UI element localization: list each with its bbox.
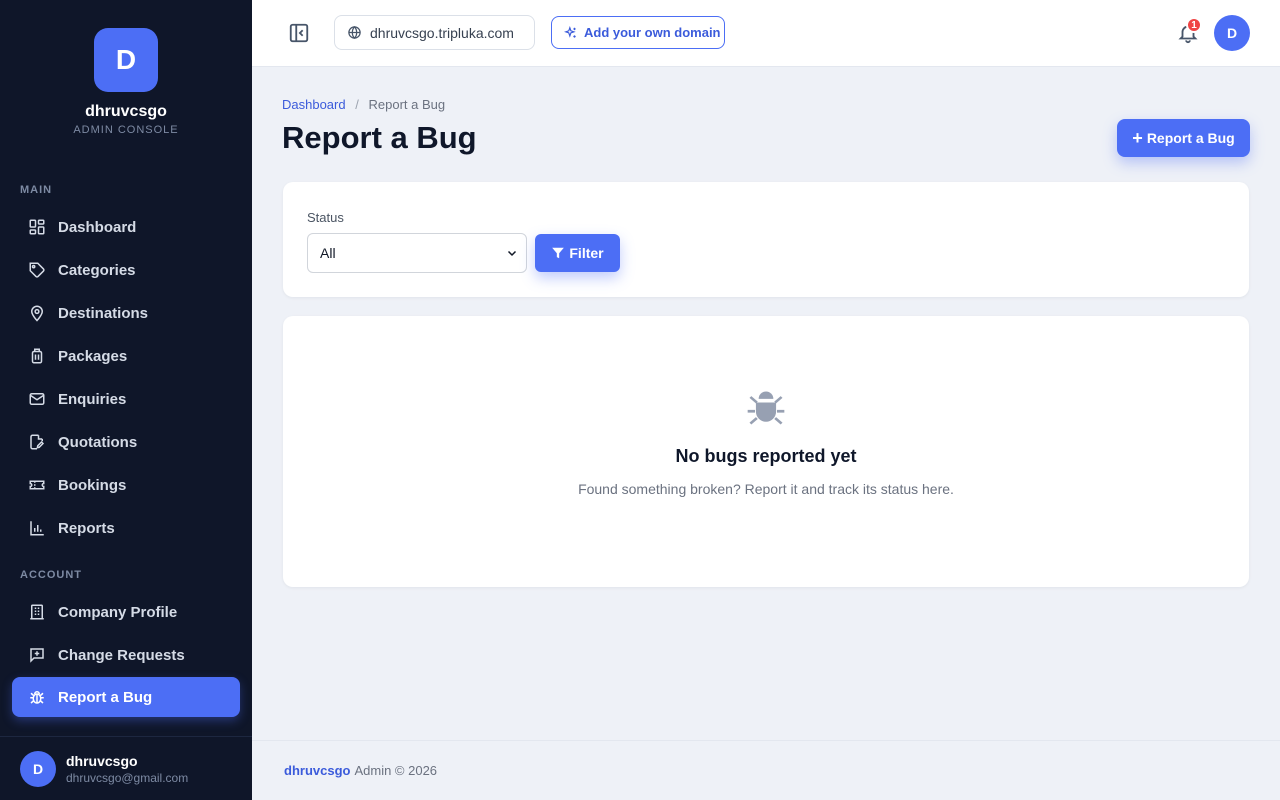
sidebar-item-destinations[interactable]: Destinations xyxy=(12,293,240,333)
sidebar-item-label: Categories xyxy=(58,261,136,279)
bug-icon xyxy=(747,391,785,425)
report-bug-button[interactable]: + Report a Bug xyxy=(1117,119,1250,157)
domain-link[interactable]: dhruvcsgo.tripluka.com xyxy=(334,15,535,50)
sidebar-item-bookings[interactable]: Bookings xyxy=(12,465,240,505)
sidebar-item-label: Company Profile xyxy=(58,603,178,621)
footer-text: Admin © 2026 xyxy=(354,763,438,778)
empty-state-title: No bugs reported yet xyxy=(675,446,857,466)
user-email: dhruvcsgo@gmail.com xyxy=(66,770,189,785)
sidebar-toggle-icon[interactable] xyxy=(288,22,310,44)
building-icon xyxy=(30,604,44,620)
sparkle-icon xyxy=(564,25,576,38)
sidebar-user[interactable]: D dhruvcsgo dhruvcsgo@gmail.com xyxy=(0,736,252,800)
sidebar-item-company-profile[interactable]: Company Profile xyxy=(12,592,240,632)
section-label-account: ACCOUNT xyxy=(20,569,82,581)
sidebar-item-label: Enquiries xyxy=(58,390,127,408)
user-avatar[interactable]: D xyxy=(1214,15,1250,51)
sidebar: D dhruvcsgo ADMIN CONSOLE MAIN Dashboard… xyxy=(0,0,252,800)
filter-button-label: Filter xyxy=(569,245,604,261)
sidebar-item-quotations[interactable]: Quotations xyxy=(12,422,240,462)
sidebar-item-label: Change Requests xyxy=(58,646,185,664)
notification-badge: 1 xyxy=(1186,17,1202,33)
add-domain-button[interactable]: Add your own domain xyxy=(551,16,725,49)
sidebar-item-label: Packages xyxy=(58,347,128,365)
page-title: Report a Bug xyxy=(282,120,477,155)
status-select-value: All xyxy=(320,245,336,261)
topbar: dhruvcsgo.tripluka.com Add your own doma… xyxy=(252,0,1280,67)
brand: D dhruvcsgo ADMIN CONSOLE xyxy=(0,0,252,136)
breadcrumb-current: Report a Bug xyxy=(368,97,446,112)
ticket-icon xyxy=(29,480,45,490)
empty-state-card: No bugs reported yet Found something bro… xyxy=(283,316,1249,587)
breadcrumb-separator: / xyxy=(355,97,359,112)
sidebar-item-label: Report a Bug xyxy=(58,688,153,706)
sidebar-item-enquiries[interactable]: Enquiries xyxy=(12,379,240,419)
sidebar-item-label: Destinations xyxy=(58,304,149,322)
sidebar-item-label: Reports xyxy=(58,519,115,537)
section-label-main: MAIN xyxy=(20,184,53,196)
avatar: D xyxy=(20,750,56,787)
sidebar-item-label: Bookings xyxy=(58,476,127,494)
tag-icon xyxy=(29,262,45,278)
sidebar-item-change-requests[interactable]: Change Requests xyxy=(12,635,240,675)
report-bug-button-label: Report a Bug xyxy=(1146,130,1235,146)
breadcrumb: Dashboard / Report a Bug xyxy=(282,97,445,112)
brand-logo[interactable]: D xyxy=(94,28,158,92)
bar-chart-icon xyxy=(30,521,44,536)
brand-name: dhruvcsgo xyxy=(85,103,167,120)
message-plus-icon xyxy=(30,648,44,663)
add-domain-label: Add your own domain xyxy=(584,25,721,40)
filter-button[interactable]: Filter xyxy=(535,234,620,272)
breadcrumb-link-dashboard[interactable]: Dashboard xyxy=(282,97,346,112)
brand-subtitle: ADMIN CONSOLE xyxy=(73,124,179,136)
sidebar-item-report-a-bug[interactable]: Report a Bug xyxy=(12,677,240,717)
sidebar-item-dashboard[interactable]: Dashboard xyxy=(12,207,240,247)
dashboard-icon xyxy=(29,219,45,235)
empty-state-subtitle: Found something broken? Report it and tr… xyxy=(578,481,954,497)
status-label: Status xyxy=(307,210,344,225)
sidebar-item-categories[interactable]: Categories xyxy=(12,250,240,290)
mail-icon xyxy=(29,393,45,405)
status-select[interactable]: All xyxy=(307,233,527,273)
file-edit-icon xyxy=(30,434,45,450)
filter-card: Status All Filter xyxy=(283,182,1249,297)
bug-icon xyxy=(30,691,44,704)
sidebar-item-label: Quotations xyxy=(58,433,138,451)
funnel-icon xyxy=(552,247,565,259)
footer: dhruvcsgo Admin © 2026 xyxy=(252,740,1280,800)
chevron-down-icon xyxy=(507,250,517,257)
sidebar-item-packages[interactable]: Packages xyxy=(12,336,240,376)
user-name: dhruvcsgo xyxy=(66,752,138,769)
sidebar-item-reports[interactable]: Reports xyxy=(12,508,240,548)
luggage-icon xyxy=(31,348,43,364)
plus-icon: + xyxy=(1132,128,1143,148)
footer-brand: dhruvcsgo xyxy=(284,763,351,778)
globe-icon xyxy=(348,25,361,40)
sidebar-item-label: Dashboard xyxy=(58,218,137,236)
map-pin-icon xyxy=(30,305,44,322)
domain-text: dhruvcsgo.tripluka.com xyxy=(370,24,514,41)
